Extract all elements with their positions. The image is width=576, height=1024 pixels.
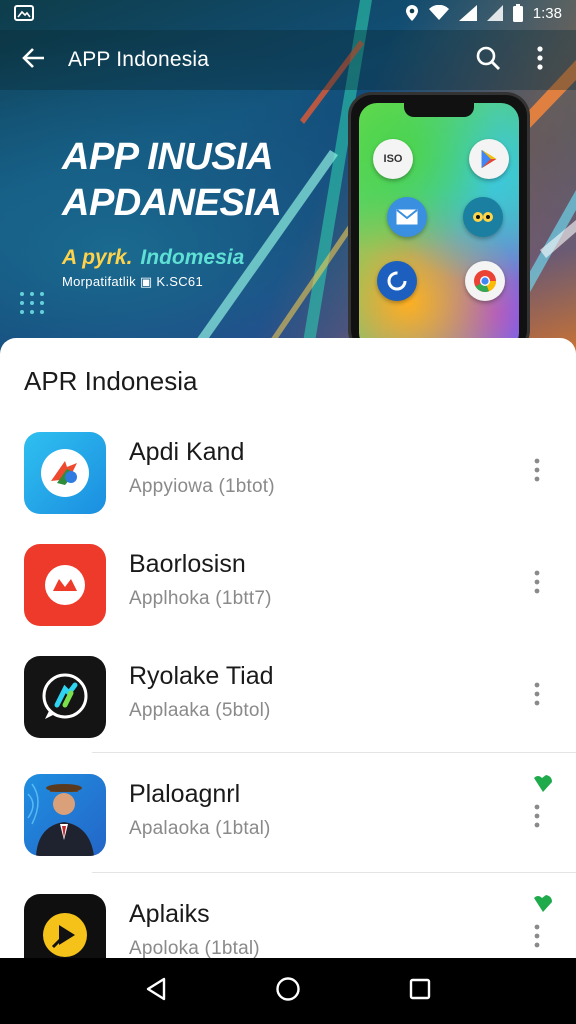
more-vert-icon: [534, 804, 540, 833]
crown-logo-icon: [24, 544, 106, 626]
battery-icon: [512, 4, 523, 22]
mail-icon: [387, 197, 427, 237]
person-avatar-icon: [24, 774, 106, 856]
loading-ring-icon: [377, 261, 417, 301]
banner-headline: APP INUSIA APDANESIA: [62, 134, 342, 226]
banner-subtext: Morpatifatlik ▣ K.SC61: [62, 274, 203, 289]
arrow-back-icon: [22, 46, 46, 75]
divider: [92, 872, 576, 873]
app-list-item[interactable]: Baorlosisn Applhoka (1btt7): [0, 528, 576, 640]
banner-text: APP INUSIA APDANESIA A pyrk. Indomesia Mo…: [62, 134, 342, 290]
overflow-menu-button[interactable]: [518, 38, 562, 82]
location-icon: [405, 4, 419, 22]
chrome-icon: [465, 261, 505, 301]
page-title: APP Indonesia: [68, 48, 210, 71]
phone-icon-label: ISO: [383, 153, 403, 165]
app-meta: Apoloka (1btal): [129, 938, 260, 958]
nav-back-button[interactable]: [132, 967, 180, 1015]
back-button[interactable]: [14, 40, 54, 80]
banner-headline-line1: APP INUSIA: [62, 136, 274, 178]
mascot-icon: [463, 197, 503, 237]
nav-home-button[interactable]: [264, 967, 312, 1015]
banner-tagline: A pyrk. Indomesia: [62, 246, 342, 270]
system-nav-bar: [0, 958, 576, 1024]
app-list-sheet: APR Indonesia Apdi Kand Appyiowa (1btot)…: [0, 338, 576, 958]
play-store-icon: [469, 139, 509, 179]
sheet-title: APR Indonesia: [24, 366, 198, 396]
app-list-item[interactable]: Aplaiks Apoloka (1btal): [0, 878, 576, 958]
app-meta: Applaaka (5btol): [129, 700, 271, 721]
app-name: Aplaiks: [129, 900, 210, 928]
app-list-item[interactable]: Apdi Kand Appyiowa (1btot): [0, 416, 576, 528]
phone-illustration: ISO: [348, 92, 530, 354]
app-meta: Apalaoka (1btal): [129, 818, 271, 839]
item-more-button[interactable]: [522, 798, 552, 838]
search-icon: [475, 45, 501, 76]
search-button[interactable]: [466, 38, 510, 82]
chat-bubble-icon: [24, 656, 106, 738]
phone-app-icon-label: ISO: [373, 139, 413, 179]
status-bar: 1:38: [0, 0, 576, 26]
banner-headline-line2: APDANESIA: [62, 182, 282, 224]
more-vert-icon: [534, 682, 540, 711]
app-list-item[interactable]: Ryolake Tiad Applaaka (5btol): [0, 640, 576, 752]
item-more-button[interactable]: [522, 564, 552, 604]
app-name: Baorlosisn: [129, 550, 246, 578]
more-vert-icon: [534, 570, 540, 599]
signal-icon-2: [486, 5, 503, 21]
feather-ball-icon: [24, 432, 106, 514]
wifi-icon: [428, 5, 449, 21]
more-vert-icon: [534, 924, 540, 953]
status-time: 1:38: [532, 4, 562, 22]
gallery-notification-icon: [14, 5, 34, 21]
dots-pattern-icon: [20, 292, 45, 314]
item-more-button[interactable]: [522, 452, 552, 492]
square-recents-icon: [409, 978, 431, 1005]
pin-badge-icon: [532, 772, 554, 799]
nav-recents-button[interactable]: [396, 967, 444, 1015]
item-more-button[interactable]: [522, 676, 552, 716]
more-vert-icon: [537, 45, 543, 75]
circle-home-icon: [275, 976, 301, 1007]
signal-icon: [458, 5, 477, 21]
item-more-button[interactable]: [522, 918, 552, 958]
app-name: Apdi Kand: [129, 438, 245, 466]
app-meta: Appyiowa (1btot): [129, 476, 275, 497]
divider: [92, 752, 576, 753]
play-badge-icon: [24, 894, 106, 958]
banner-tagline-part2: Indomesia: [140, 246, 245, 269]
app-name: Plaloagnrl: [129, 780, 241, 808]
app-meta: Applhoka (1btt7): [129, 588, 272, 609]
pin-badge-icon: [532, 892, 554, 919]
app-list-item[interactable]: Plaloagnrl Apalaoka (1btal): [0, 758, 576, 870]
more-vert-icon: [534, 458, 540, 487]
app-name: Ryolake Tiad: [129, 662, 274, 690]
app-bar: APP Indonesia: [0, 30, 576, 90]
banner-tagline-part1: A pyrk.: [62, 246, 133, 269]
triangle-back-icon: [145, 977, 167, 1006]
